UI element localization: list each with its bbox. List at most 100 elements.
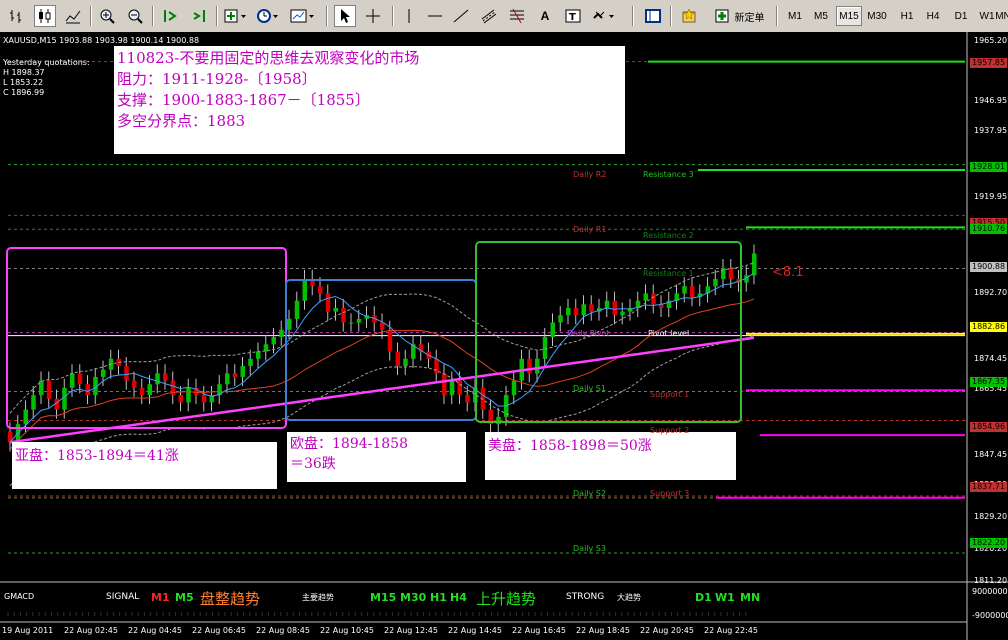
candle-body: [651, 293, 656, 305]
time-label: 22 Aug 22:45: [704, 626, 758, 635]
text-label-icon[interactable]: T: [562, 5, 584, 27]
zoom-in-icon[interactable]: [96, 5, 118, 27]
time-label: 22 Aug 04:45: [128, 626, 182, 635]
timeframe-m5[interactable]: M5: [808, 6, 834, 26]
candle-body: [240, 366, 245, 377]
candle-body: [604, 300, 610, 308]
timeframe-h1[interactable]: H1: [894, 6, 920, 26]
zoom-out-icon[interactable]: [124, 5, 146, 27]
candle-body: [279, 329, 284, 338]
text-tool-icon[interactable]: A: [534, 5, 556, 27]
label-daily-r2: Daily R2: [573, 170, 607, 179]
candle-body: [132, 380, 137, 388]
candle-body: [356, 318, 362, 323]
label-daily-s1: Daily S1: [573, 384, 606, 393]
indicator-name: GMACD: [4, 592, 35, 601]
ma-fast: [9, 272, 755, 443]
signal-m5: M5: [175, 591, 194, 604]
arrows-icon[interactable]: [590, 5, 620, 27]
candle-body: [511, 380, 517, 396]
vertical-line-icon[interactable]: [398, 5, 420, 27]
candle-body: [349, 322, 354, 324]
svg-text:T: T: [569, 12, 576, 23]
favorites-icon[interactable]: [678, 5, 700, 27]
label-pivot-level: Pivot level: [648, 329, 690, 338]
candle-body: [434, 358, 439, 374]
new-order-label: 新定单: [734, 12, 765, 24]
label-resistance-2: Resistance 2: [643, 231, 694, 240]
periods-clock-icon[interactable]: [254, 5, 282, 27]
note-main: 110823-不要用固定的思维去观察变化的市场 阻力：1911-1928-〔19…: [114, 46, 625, 154]
timeframe-m1[interactable]: M1: [782, 6, 808, 26]
indicators-icon[interactable]: [222, 5, 250, 27]
indicator-tick-top: 9000000: [972, 587, 1008, 596]
candle-body: [581, 304, 586, 316]
chart-shift-icon[interactable]: [188, 5, 210, 27]
price-tag: 1910.76: [970, 224, 1008, 234]
candle-body: [124, 366, 129, 381]
candle-body: [23, 409, 28, 425]
timeframe-d1[interactable]: D1: [948, 6, 974, 26]
candle-body: [31, 395, 36, 410]
candle-body: [271, 337, 276, 345]
candle-body: [256, 351, 261, 359]
price-tag: 1837.71: [970, 482, 1008, 492]
time-label: 22 Aug 08:45: [256, 626, 310, 635]
note-main-line-2: 阻力：1911-1928-〔1958〕: [117, 70, 317, 88]
timeframe-m15[interactable]: M15: [836, 6, 862, 26]
price-marker: <8.1: [772, 265, 804, 280]
candle-body: [62, 387, 67, 410]
signal-d1: D1: [695, 591, 712, 604]
cursor-arrow-icon[interactable]: [334, 5, 356, 27]
price-tag: 1928.01: [970, 162, 1008, 172]
candle-body: [465, 395, 470, 403]
candle-body: [612, 300, 617, 316]
candle-body: [248, 358, 253, 367]
candle-body: [201, 395, 207, 403]
candle-body: [147, 384, 152, 396]
templates-icon[interactable]: [288, 5, 318, 27]
horizontal-line-icon[interactable]: [424, 5, 446, 27]
candle-body: [690, 286, 695, 298]
price-tick: 1829.20: [974, 512, 1008, 521]
chart-window[interactable]: XAUUSD,M15 1903.88 1903.98 1900.14 1900.…: [0, 32, 1008, 640]
note-us-text: 美盘：1858-1898＝50涨: [488, 438, 652, 454]
price-tick: 1874.45: [974, 354, 1008, 363]
candle-body: [573, 307, 579, 316]
candle-body: [46, 380, 52, 399]
line-chart-icon[interactable]: [62, 5, 84, 27]
auto-scroll-icon[interactable]: [160, 5, 182, 27]
fibonacci-icon[interactable]: [506, 5, 528, 27]
signal-h4: H4: [450, 591, 467, 604]
big-trend-text: 大趋势: [617, 593, 641, 602]
timeframe-m30[interactable]: M30: [864, 6, 890, 26]
price-tag: 1822.20: [970, 538, 1008, 548]
candle-body: [232, 373, 238, 377]
price-tick: 1847.45: [974, 450, 1008, 459]
label-daily-s2: Daily S2: [573, 489, 606, 498]
yesterday-title: Yesterday quotations:: [3, 58, 90, 67]
label-resistance-1: Resistance 1: [643, 269, 694, 278]
time-label: 22 Aug 02:45: [64, 626, 118, 635]
label-daily-pivot: Daily Pivot: [567, 329, 610, 338]
time-label: 22 Aug 16:45: [512, 626, 566, 635]
timeframe-h4[interactable]: H4: [920, 6, 946, 26]
note-asia-text: 亚盘：1853-1894＝41涨: [15, 448, 179, 464]
channel-icon[interactable]: [478, 5, 500, 27]
note-asia: 亚盘：1853-1894＝41涨: [12, 442, 277, 489]
note-main-line-4: 多空分界点：1883: [117, 112, 246, 130]
crosshair-icon[interactable]: [362, 5, 384, 27]
navigator-icon[interactable]: [642, 5, 664, 27]
new-order-button[interactable]: 新定单: [706, 5, 772, 27]
timeframe-mn[interactable]: MN: [995, 6, 1008, 26]
bar-chart-icon[interactable]: [6, 5, 28, 27]
label-resistance-3: Resistance 3: [643, 170, 694, 179]
candle-body: [225, 373, 230, 385]
trendline-icon[interactable]: [450, 5, 472, 27]
candlestick-icon[interactable]: [34, 5, 56, 27]
candle-body: [302, 278, 307, 301]
candle-body: [77, 373, 83, 385]
note-main-line-3: 支撑：1900-1883-1867－〔1855〕: [117, 91, 370, 109]
price-tag: 1882.86: [970, 322, 1008, 332]
price-tick: 1946.95: [974, 96, 1008, 105]
